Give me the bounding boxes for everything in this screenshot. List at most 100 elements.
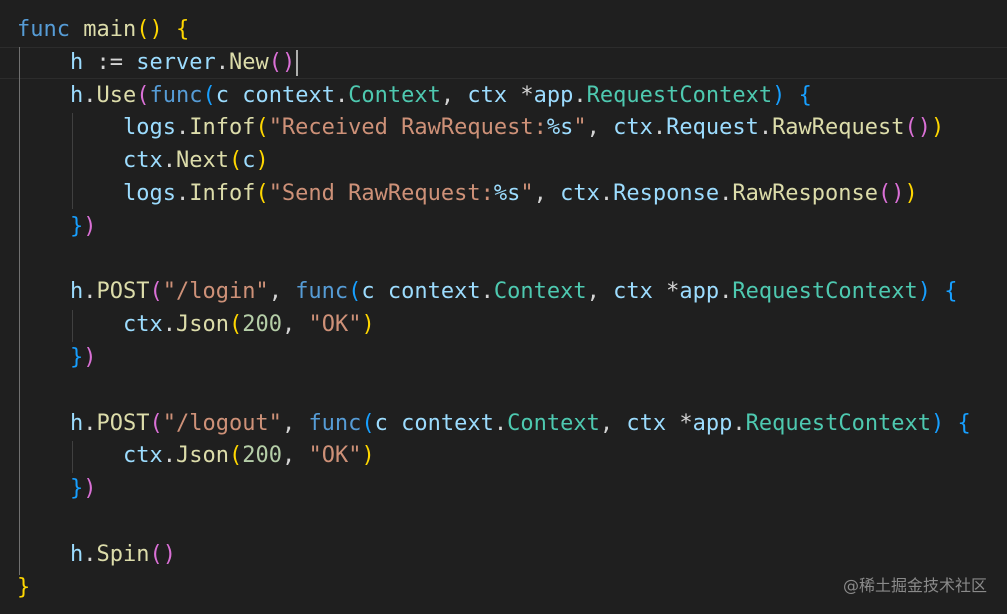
code-token: c — [361, 279, 375, 305]
code-token: } — [17, 574, 31, 600]
code-token: Json — [175, 443, 229, 469]
code-token: ) — [772, 82, 786, 108]
code-token: ) — [917, 115, 932, 141]
code-token: . — [652, 115, 667, 141]
code-token: logs — [122, 115, 176, 141]
code-line-7: }) — [17, 211, 97, 243]
code-token: %s — [493, 181, 521, 206]
code-token: ( — [361, 410, 375, 436]
code-token: "/logout" — [162, 410, 282, 436]
code-token: ( — [878, 181, 892, 206]
code-token: ( — [228, 443, 243, 469]
code-token: { — [944, 279, 958, 305]
code-token: . — [480, 279, 494, 305]
code-token: := — [83, 49, 137, 75]
code-token: ) — [361, 443, 375, 469]
code-line-1: func main() { — [17, 14, 189, 46]
code-token: func — [308, 410, 362, 436]
code-token: func — [17, 17, 70, 42]
code-token: . — [215, 49, 229, 75]
code-token: RequestContext — [586, 82, 773, 108]
code-token: New — [228, 49, 269, 75]
code-token: . — [83, 541, 97, 567]
code-token: app — [679, 279, 720, 305]
code-token: "OK" — [308, 443, 362, 469]
code-token: ) — [931, 115, 945, 141]
code-token: "/login" — [162, 279, 269, 305]
code-token: POST — [96, 279, 150, 305]
code-token: * — [666, 410, 693, 436]
code-token: ( — [149, 279, 163, 305]
code-token: " — [573, 115, 587, 141]
code-token: Infof — [189, 115, 256, 141]
code-token: ctx — [613, 115, 653, 141]
code-token: { — [798, 82, 812, 108]
code-token: . — [493, 410, 508, 436]
code-token: * — [507, 82, 534, 108]
code-token: { — [957, 410, 971, 436]
code-token: ctx — [122, 312, 163, 338]
code-token: , — [599, 410, 627, 436]
code-line-18: } — [17, 572, 30, 604]
code-token: 200 — [242, 443, 282, 469]
code-token: ( — [136, 17, 150, 42]
code-token: ) — [904, 181, 918, 206]
code-line-6: logs.Infof("Send RawRequest:%s", ctx.Res… — [17, 178, 918, 210]
code-token: Request — [666, 115, 759, 141]
code-token: . — [719, 279, 733, 305]
code-token: h — [69, 49, 84, 75]
code-token: . — [175, 115, 190, 141]
code-token: Infof — [189, 181, 256, 206]
code-token: ) — [83, 345, 97, 370]
code-token: h — [69, 541, 84, 567]
code-token: ) — [255, 148, 269, 174]
code-token: h — [69, 82, 84, 108]
code-token: c — [215, 82, 229, 108]
code-line-4: logs.Infof("Received RawRequest:%s", ctx… — [17, 112, 944, 144]
code-editor[interactable]: func main() { h := server.New() h.Use(fu… — [0, 0, 1007, 614]
code-token: ( — [348, 279, 362, 305]
code-token: ) — [162, 541, 176, 567]
code-token: server — [136, 49, 216, 75]
code-token: Spin — [96, 541, 150, 567]
code-token: ) — [281, 49, 296, 75]
code-token: app — [692, 410, 733, 436]
code-token: ctx — [613, 279, 653, 305]
code-token: Json — [175, 312, 229, 338]
code-token: Next — [175, 148, 229, 174]
code-token: , — [281, 312, 309, 338]
code-token: . — [334, 82, 349, 108]
code-token: ) — [931, 410, 945, 436]
code-token: POST — [96, 410, 150, 436]
code-line-3: h.Use(func(c context.Context, ctx *app.R… — [17, 80, 812, 112]
code-token: ( — [255, 181, 269, 206]
code-token: } — [69, 345, 84, 370]
code-line-9: h.POST("/login", func(c context.Context,… — [17, 276, 958, 308]
code-line-17: h.Spin() — [17, 539, 176, 571]
code-token: , — [586, 115, 614, 141]
code-line-5: ctx.Next(c) — [17, 145, 269, 177]
code-token: func — [295, 279, 349, 305]
code-token: ( — [149, 410, 163, 436]
code-token: 200 — [242, 312, 282, 338]
code-line-14: ctx.Json(200, "OK") — [17, 440, 375, 472]
code-token: ctx — [626, 410, 667, 436]
code-token: . — [83, 410, 97, 436]
code-token: ( — [149, 541, 163, 567]
code-token: } — [69, 476, 84, 502]
code-token: . — [162, 443, 176, 469]
code-token: . — [162, 148, 176, 174]
code-token: func — [149, 82, 203, 108]
code-token: ( — [268, 49, 282, 75]
code-token: * — [652, 279, 680, 305]
